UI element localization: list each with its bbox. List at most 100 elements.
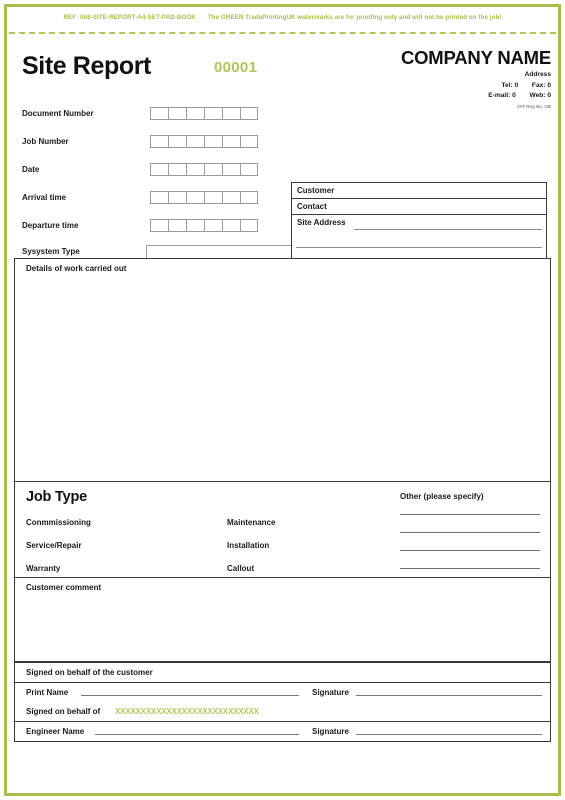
email-label: E-mail: <box>488 92 511 100</box>
char-box[interactable] <box>186 219 204 232</box>
char-box[interactable] <box>204 135 222 148</box>
char-box[interactable] <box>150 107 168 120</box>
input-date[interactable] <box>150 163 258 176</box>
proof-frame-right <box>558 4 561 796</box>
document-body: Site Report 00001 COMPANY NAME Address T… <box>14 40 551 780</box>
input-system-type[interactable] <box>145 244 302 259</box>
engineer-name-input-line[interactable] <box>95 734 299 735</box>
label-departure-time: Departure time <box>22 221 79 230</box>
details-of-work-box[interactable]: Details of work carried out <box>14 258 551 482</box>
label-engineer-name: Engineer Name <box>26 727 85 736</box>
company-email-line: E-mail: 0 Web: 0 <box>291 92 551 100</box>
label-signature-engineer: Signature <box>312 727 349 736</box>
company-name: COMPANY NAME <box>400 47 551 68</box>
char-box[interactable] <box>168 135 186 148</box>
char-box[interactable] <box>168 191 186 204</box>
job-type-option-maintenance[interactable]: Maintenance <box>227 518 275 527</box>
proof-watermark-notice: The GREEN TradePrintingUK watermarks are… <box>207 13 502 21</box>
proof-cut-line <box>9 32 556 34</box>
job-type-option-installation[interactable]: Installation <box>227 541 269 550</box>
char-box[interactable] <box>222 135 240 148</box>
row-customer[interactable]: Customer <box>292 183 546 199</box>
proof-reference-code: REF: 068-SITE-REPORT-A4-SET-PAD-BOOK <box>63 13 196 21</box>
field-row-system-type: Sysystem Type <box>22 244 302 259</box>
email-value: 0 <box>512 92 516 100</box>
label-arrival-time: Arrival time <box>22 193 67 202</box>
proof-frame-top <box>4 4 561 7</box>
top-form-area: Document Number Job Number Date Arrival … <box>14 104 551 322</box>
input-departure-time[interactable] <box>150 219 258 232</box>
input-job-number[interactable] <box>150 135 258 148</box>
label-signature-customer: Signature <box>312 688 349 697</box>
char-box[interactable] <box>150 135 168 148</box>
char-box[interactable] <box>240 191 258 204</box>
input-document-number[interactable] <box>150 107 258 120</box>
char-box[interactable] <box>150 219 168 232</box>
job-type-option-service-repair[interactable]: Service/Repair <box>26 541 82 550</box>
input-arrival-time[interactable] <box>150 191 258 204</box>
label-signed-on-behalf-of: Signed on behalf of <box>26 707 101 716</box>
label-customer: Customer <box>297 186 335 195</box>
label-system-type: Sysystem Type <box>22 247 80 256</box>
char-box[interactable] <box>168 107 186 120</box>
row-print-name-signature: Print Name Signature <box>15 682 550 702</box>
other-write-in-line[interactable] <box>400 550 540 551</box>
page-title: Site Report <box>22 52 151 80</box>
char-box[interactable] <box>168 163 186 176</box>
char-box[interactable] <box>186 107 204 120</box>
row-contact[interactable]: Contact <box>292 199 546 215</box>
print-name-input-line[interactable] <box>81 695 299 696</box>
char-box[interactable] <box>168 219 186 232</box>
signature-section: Signed on behalf of the customer Print N… <box>14 662 551 742</box>
char-box[interactable] <box>222 107 240 120</box>
char-box[interactable] <box>150 163 168 176</box>
address-rule <box>296 247 542 248</box>
job-type-section: Job Type Conmmissioning Service/Repair W… <box>14 482 551 578</box>
char-box[interactable] <box>204 191 222 204</box>
char-box[interactable] <box>186 135 204 148</box>
char-box[interactable] <box>222 219 240 232</box>
label-customer-comment: Customer comment <box>26 583 102 592</box>
site-report-proof-page: REF: 068-SITE-REPORT-A4-SET-PAD-BOOK The… <box>0 0 565 800</box>
char-box[interactable] <box>150 191 168 204</box>
other-write-in-line[interactable] <box>400 514 540 515</box>
web-value: 0 <box>547 92 551 100</box>
char-box[interactable] <box>222 191 240 204</box>
char-box[interactable] <box>240 135 258 148</box>
char-box[interactable] <box>222 163 240 176</box>
label-document-number: Document Number <box>22 109 94 118</box>
char-box[interactable] <box>240 219 258 232</box>
char-box[interactable] <box>186 163 204 176</box>
web-label: Web: <box>529 92 546 100</box>
customer-signature-line[interactable] <box>356 695 542 696</box>
proof-frame-left <box>4 4 7 796</box>
label-date: Date <box>22 165 40 174</box>
tel-label: Tel: <box>501 81 513 89</box>
field-row-departure-time: Departure time <box>22 218 302 233</box>
tel-value: 0 <box>514 81 519 89</box>
char-box[interactable] <box>240 163 258 176</box>
field-row-date: Date <box>22 162 302 177</box>
job-type-option-callout[interactable]: Callout <box>227 564 254 573</box>
fax-label: Fax: <box>531 81 546 89</box>
address-rule <box>354 229 542 230</box>
document-number-display: 00001 <box>214 59 258 76</box>
customer-comment-box[interactable]: Customer comment ©TradePrintingUK.com - … <box>14 578 551 671</box>
company-phone-line: Tel: 0 Fax: 0 <box>291 82 551 90</box>
char-box[interactable] <box>204 219 222 232</box>
job-type-option-commissioning[interactable]: Conmmissioning <box>26 518 91 527</box>
char-box[interactable] <box>240 107 258 120</box>
engineer-signature-line[interactable] <box>356 734 542 735</box>
char-box[interactable] <box>186 191 204 204</box>
signed-on-behalf-of-placeholder: XXXXXXXXXXXXXXXXXXXXXXXXXXXX <box>115 707 259 716</box>
proof-reference-bar: REF: 068-SITE-REPORT-A4-SET-PAD-BOOK The… <box>10 9 555 25</box>
other-write-in-line[interactable] <box>400 532 540 533</box>
document-header: Site Report 00001 COMPANY NAME Address T… <box>14 40 551 108</box>
char-box[interactable] <box>204 107 222 120</box>
other-write-in-line[interactable] <box>400 568 540 569</box>
company-address-label: Address <box>524 70 551 78</box>
char-box[interactable] <box>204 163 222 176</box>
field-row-arrival-time: Arrival time <box>22 190 302 205</box>
job-type-option-warranty[interactable]: Warranty <box>26 564 60 573</box>
label-contact: Contact <box>297 202 327 211</box>
